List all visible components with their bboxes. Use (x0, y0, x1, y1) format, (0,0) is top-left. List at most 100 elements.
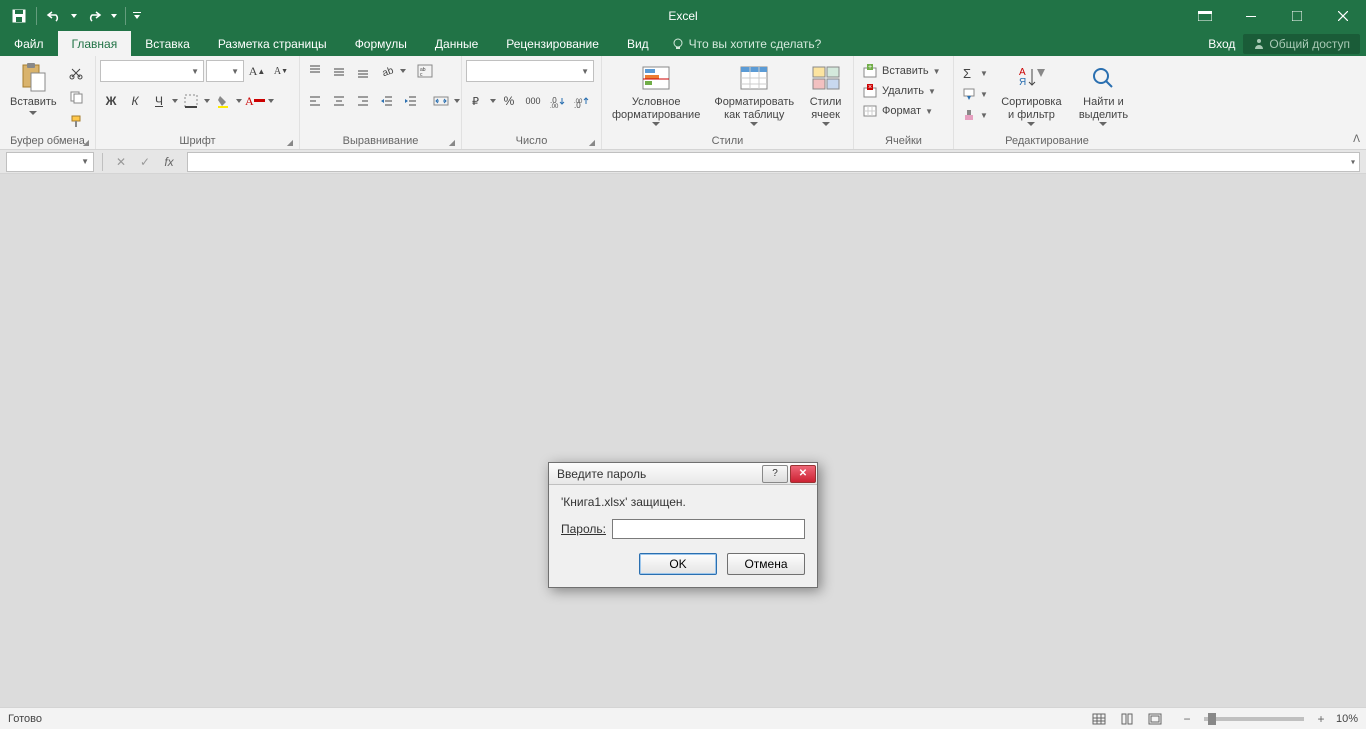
redo-dropdown-icon[interactable] (109, 5, 119, 27)
insert-function-icon[interactable]: fx (159, 152, 179, 172)
zoom-in-icon[interactable]: + (1314, 712, 1328, 726)
fontcolor-dd-icon[interactable] (268, 99, 274, 103)
grow-font-icon[interactable]: A▲ (246, 60, 268, 82)
bold-button[interactable]: Ж (100, 90, 122, 112)
password-label: Пароль: (561, 522, 606, 536)
name-box[interactable]: ▼ (6, 152, 94, 172)
redo-icon[interactable] (83, 5, 105, 27)
ribbon: Вставить Буфер обмена◢ ▼ ▼ A▲ A▼ Ж К Ч (0, 56, 1366, 150)
cancel-formula-icon[interactable]: ✕ (111, 152, 131, 172)
number-launcher-icon[interactable]: ◢ (589, 138, 595, 147)
qat-customize-icon[interactable] (132, 5, 142, 27)
align-right-icon[interactable] (352, 90, 374, 112)
collapse-ribbon-icon[interactable]: ᐱ (1353, 134, 1360, 145)
find-select-button[interactable]: Найти и выделить (1071, 60, 1136, 128)
cell-styles-button[interactable]: Стили ячеек (802, 60, 849, 128)
conditional-formatting-button[interactable]: Условное форматирование (606, 60, 706, 128)
format-as-table-button[interactable]: Форматировать как таблицу (708, 60, 800, 128)
increase-decimal-icon[interactable]: .0.00 (546, 90, 568, 112)
align-bottom-icon[interactable] (352, 60, 374, 82)
format-painter-icon[interactable] (65, 110, 87, 132)
clear-button[interactable]: ▼ (958, 106, 992, 124)
cut-icon[interactable] (65, 62, 87, 84)
wrap-text-icon[interactable]: abc (414, 60, 436, 82)
dialog-help-icon[interactable]: ? (762, 465, 788, 483)
zoom-out-icon[interactable]: − (1180, 712, 1194, 726)
shrink-font-icon[interactable]: A▼ (270, 60, 292, 82)
expand-formula-icon[interactable]: ▾ (1351, 157, 1355, 166)
tell-me[interactable]: Что вы хотите сделать? (671, 31, 822, 56)
font-launcher-icon[interactable]: ◢ (287, 138, 293, 147)
maximize-icon[interactable] (1274, 0, 1320, 31)
merge-dd-icon[interactable] (454, 99, 460, 103)
ok-button[interactable]: OK (639, 553, 717, 575)
orientation-icon[interactable]: ab (376, 60, 398, 82)
copy-icon[interactable] (65, 86, 87, 108)
tab-view[interactable]: Вид (613, 31, 663, 56)
merge-center-icon[interactable] (430, 90, 452, 112)
font-name-combo[interactable]: ▼ (100, 60, 204, 82)
cancel-button[interactable]: Отмена (727, 553, 805, 575)
share-button[interactable]: Общий доступ (1243, 34, 1360, 54)
align-top-icon[interactable] (304, 60, 326, 82)
page-layout-view-icon[interactable] (1114, 710, 1140, 728)
autosum-button[interactable]: Σ▼ (958, 64, 992, 82)
ribbon-display-icon[interactable] (1182, 0, 1228, 31)
minimize-icon[interactable] (1228, 0, 1274, 31)
close-icon[interactable] (1320, 0, 1366, 31)
page-break-view-icon[interactable] (1142, 710, 1168, 728)
underline-dd-icon[interactable] (172, 99, 178, 103)
insert-cells-button[interactable]: + Вставить▼ (858, 62, 945, 80)
increase-indent-icon[interactable] (400, 90, 422, 112)
format-cells-button[interactable]: Формат▼ (858, 102, 937, 120)
zoom-level[interactable]: 10% (1336, 713, 1358, 725)
number-group-label: Число (516, 135, 548, 147)
dialog-titlebar[interactable]: Введите пароль ? ✕ (549, 463, 817, 485)
undo-icon[interactable] (43, 5, 65, 27)
align-left-icon[interactable] (304, 90, 326, 112)
tab-insert[interactable]: Вставка (131, 31, 204, 56)
border-dd-icon[interactable] (204, 99, 210, 103)
tab-formulas[interactable]: Формулы (341, 31, 421, 56)
orientation-dd-icon[interactable] (400, 69, 406, 73)
decrease-indent-icon[interactable] (376, 90, 398, 112)
tab-home[interactable]: Главная (58, 31, 132, 56)
paste-button[interactable]: Вставить (4, 60, 63, 117)
group-cells: + Вставить▼ × Удалить▼ Формат▼ Ячейки (854, 56, 954, 149)
alignment-launcher-icon[interactable]: ◢ (449, 138, 455, 147)
number-format-combo[interactable]: ▼ (466, 60, 594, 82)
password-input[interactable] (612, 519, 805, 539)
paste-icon (17, 62, 49, 94)
sort-filter-button[interactable]: AЯ Сортировка и фильтр (994, 60, 1069, 128)
fill-button[interactable]: ▼ (958, 85, 992, 103)
font-color-icon[interactable]: A (244, 90, 266, 112)
zoom-slider[interactable] (1204, 717, 1304, 721)
enter-formula-icon[interactable]: ✓ (135, 152, 155, 172)
delete-cells-button[interactable]: × Удалить▼ (858, 82, 940, 100)
align-middle-icon[interactable] (328, 60, 350, 82)
decrease-decimal-icon[interactable]: .00.0 (570, 90, 592, 112)
italic-button[interactable]: К (124, 90, 146, 112)
tab-file[interactable]: Файл (0, 31, 58, 56)
title-bar: Excel (0, 0, 1366, 31)
formula-input[interactable]: ▾ (187, 152, 1360, 172)
tab-data[interactable]: Данные (421, 31, 492, 56)
border-icon[interactable] (180, 90, 202, 112)
tab-review[interactable]: Рецензирование (492, 31, 613, 56)
dialog-close-icon[interactable]: ✕ (790, 465, 816, 483)
currency-dd-icon[interactable] (490, 99, 496, 103)
underline-button[interactable]: Ч (148, 90, 170, 112)
sign-in[interactable]: Вход (1208, 37, 1235, 51)
save-icon[interactable] (8, 5, 30, 27)
font-size-combo[interactable]: ▼ (206, 60, 244, 82)
percent-icon[interactable]: % (498, 90, 520, 112)
fill-color-icon[interactable] (212, 90, 234, 112)
fillcolor-dd-icon[interactable] (236, 99, 242, 103)
accounting-format-icon[interactable]: ₽ (466, 90, 488, 112)
tab-page-layout[interactable]: Разметка страницы (204, 31, 341, 56)
clipboard-launcher-icon[interactable]: ◢ (83, 138, 89, 147)
comma-style-icon[interactable]: 000 (522, 90, 544, 112)
align-center-icon[interactable] (328, 90, 350, 112)
normal-view-icon[interactable] (1086, 710, 1112, 728)
undo-dropdown-icon[interactable] (69, 5, 79, 27)
